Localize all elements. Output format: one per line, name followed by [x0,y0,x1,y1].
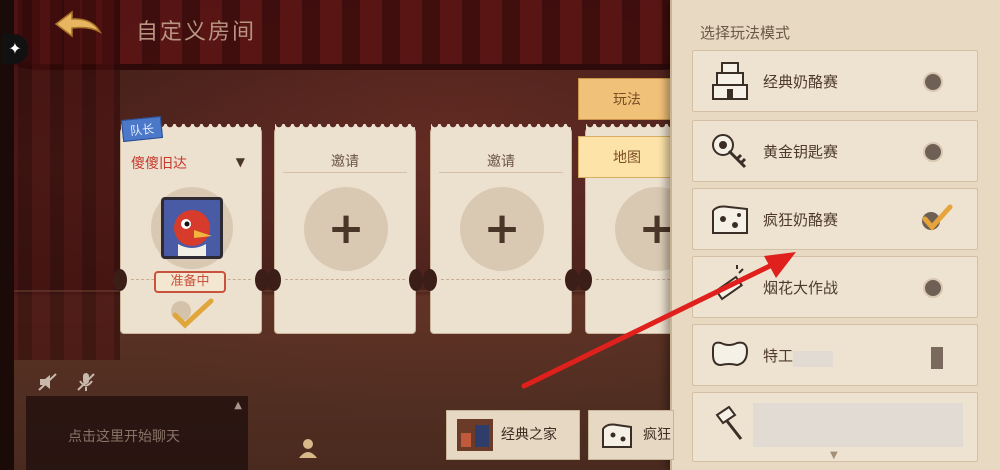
woodpecker-avatar-icon [174,210,212,256]
mode-radio[interactable] [923,72,943,92]
tab-mode[interactable]: 玩法 [578,78,682,120]
invite-label: 邀请 [283,151,407,173]
map-label: 经典之家 [501,427,557,443]
microphone-muted-icon[interactable] [74,370,98,394]
mode-label: 烟花大作战 [763,279,839,297]
back-button[interactable] [52,8,104,42]
captain-name-dropdown[interactable]: 傻傻旧达 ▼ [131,153,251,173]
plus-icon: + [483,203,521,254]
scroll-down-icon[interactable]: ▼ [830,450,838,461]
hammer-icon [715,405,743,440]
mode-option-crazy-cheese[interactable]: 疯狂奶酪赛 [692,188,978,250]
mode-panel: 选择玩法模式 经典奶酪赛 黄金钥匙赛 疯狂奶酪赛 烟花大作战 特工 ▼ [670,0,1000,470]
captain-flag: 队长 [120,115,164,143]
invite-label: 邀请 [439,151,563,173]
chat-placeholder: 点击这里开始聊天 [68,429,180,445]
person-icon[interactable] [296,436,320,460]
mode-radio[interactable] [923,142,943,162]
mode-label: 黄金钥匙赛 [763,143,839,161]
invite-slot[interactable]: 邀请 + [423,124,579,334]
avatar[interactable] [151,187,233,269]
blurred-region [931,347,943,369]
page-title: 自定义房间 [136,20,257,45]
add-player-button[interactable]: + [304,187,388,271]
chat-input[interactable]: 点击这里开始聊天 ▲ [26,396,248,470]
mode-option-classic-cheese[interactable]: 经典奶酪赛 [692,50,978,112]
tab-map[interactable]: 地图 [578,136,682,178]
speaker-muted-icon[interactable] [36,370,60,394]
cheese-stack-icon [712,62,748,100]
captain-name: 傻傻旧达 [131,156,187,172]
crazy-cheese-icon [602,423,632,448]
mode-label: 经典奶酪赛 [763,73,839,91]
map-chip-crazy[interactable]: 疯狂 [588,410,674,460]
map-thumbnail [457,419,493,451]
player-slot-captain: 傻傻旧达 ▼ 准备中 [113,124,269,334]
chevron-up-icon[interactable]: ▲ [234,400,242,411]
chevron-down-icon: ▼ [235,155,245,169]
invite-slot[interactable]: 邀请 + [267,124,423,334]
firework-icon [714,265,749,301]
bone-icon [712,341,749,367]
selected-check-icon [922,204,953,231]
blurred-region [753,403,963,447]
plus-icon: + [327,203,365,254]
panel-title: 选择玩法模式 [700,24,791,42]
map-chip-classic-home[interactable]: 经典之家 [446,410,580,460]
status-badge: 准备中 [154,271,226,293]
left-edge-bar [0,0,14,470]
crazy-cheese-icon [712,205,748,234]
back-arrow-icon [54,10,103,38]
add-player-button[interactable]: + [460,187,544,271]
puzzle-icon[interactable]: ✦ [2,34,28,64]
mode-option-golden-key[interactable]: 黄金钥匙赛 [692,120,978,182]
mode-option-agent[interactable]: 特工 [692,324,978,386]
map-label: 疯狂 [643,427,671,443]
golden-key-icon [712,134,747,169]
mode-radio[interactable] [923,278,943,298]
mode-label: 疯狂奶酪赛 [763,211,839,229]
blurred-region [793,351,833,367]
mode-option-fireworks[interactable]: 烟花大作战 [692,256,978,318]
ready-check-icon [171,298,214,329]
mode-label: 特工 [763,347,794,365]
avatar-frame [161,197,223,259]
